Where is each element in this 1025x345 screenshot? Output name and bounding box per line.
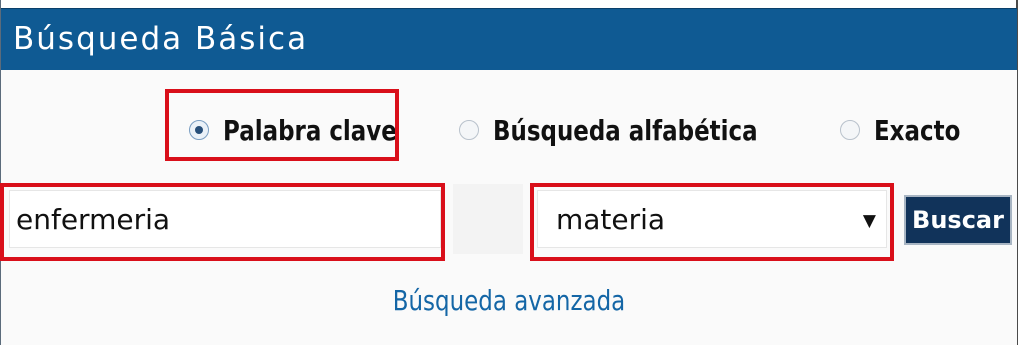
highlight-keyword-radio (165, 89, 399, 161)
highlight-field-select (530, 183, 894, 261)
basic-search-panel: Búsqueda Básica Palabra clave Búsqueda a… (0, 0, 1018, 345)
panel-title: Búsqueda Básica (13, 21, 309, 57)
spacer (453, 184, 523, 254)
search-button[interactable]: Buscar (904, 195, 1012, 245)
advanced-search-link[interactable]: Búsqueda avanzada (92, 284, 925, 317)
radio-exact-label[interactable]: Exacto (874, 114, 960, 147)
radio-exact[interactable] (839, 120, 860, 140)
highlight-search-input (0, 183, 445, 261)
panel-header: Búsqueda Básica (1, 8, 1017, 71)
radio-alphabetic[interactable] (458, 120, 479, 140)
radio-alphabetic-label[interactable]: Búsqueda alfabética (493, 114, 758, 147)
